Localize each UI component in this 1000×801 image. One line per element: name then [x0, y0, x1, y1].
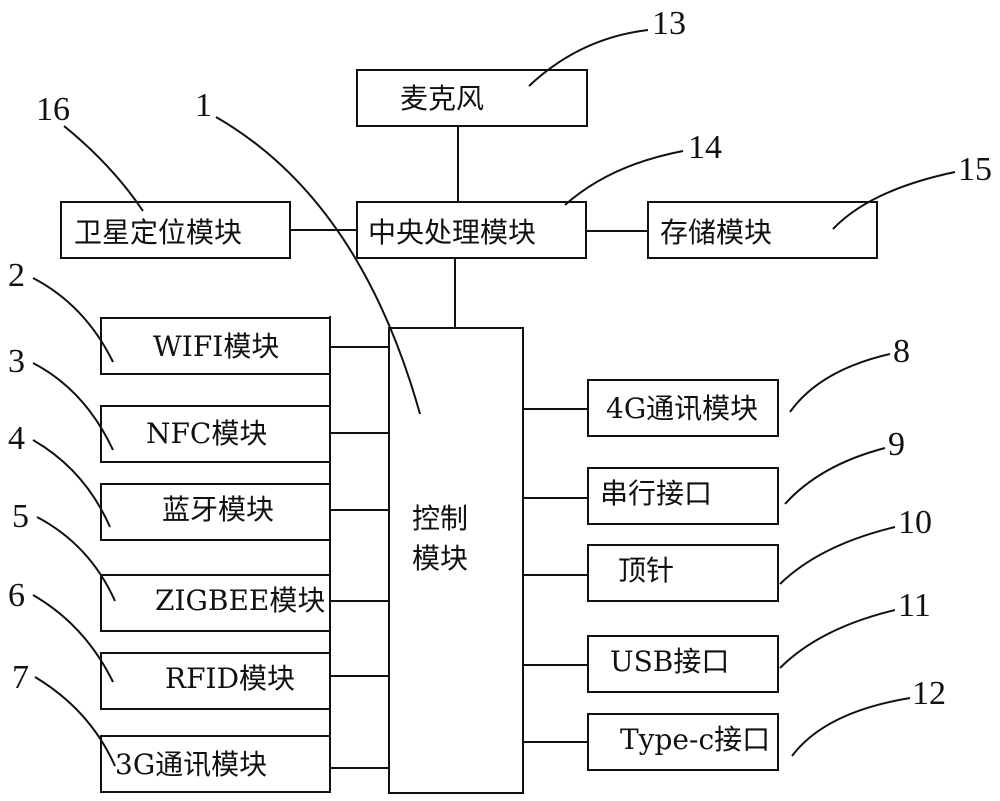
module-pin: 顶针 [587, 544, 779, 602]
module-zigbee-label: ZIGBEE模块 [155, 584, 325, 617]
ref-number-3: 3 [8, 343, 25, 380]
leader-line-4 [32, 439, 111, 528]
module-serial: 串行接口 [587, 467, 779, 525]
ref-number-16: 16 [36, 91, 70, 128]
ref-number-11: 11 [898, 587, 931, 624]
module-cpu: 中央处理模块 [356, 201, 587, 259]
module-satellite-label: 卫星定位模块 [74, 216, 242, 249]
module-satellite: 卫星定位模块 [60, 201, 291, 259]
module-control: 控制 模块 [388, 327, 524, 794]
module-serial-label: 串行接口 [600, 477, 712, 510]
leader-line-14 [564, 150, 684, 206]
module-microphone-label: 麦克风 [400, 82, 484, 115]
module-typec-label: Type-c接口 [620, 723, 770, 756]
ref-number-5: 5 [12, 498, 29, 535]
leader-line-11 [779, 609, 896, 669]
module-rfid-label: RFID模块 [165, 662, 295, 695]
module-wifi: WIFI模块 [100, 317, 331, 375]
module-control-label-line2: 模块 [412, 542, 468, 575]
module-pin-label: 顶针 [618, 554, 674, 587]
module-usb-label: USB接口 [610, 645, 729, 678]
module-storage: 存储模块 [647, 201, 878, 259]
ref-number-15: 15 [958, 151, 992, 188]
module-bluetooth: 蓝牙模块 [100, 483, 331, 541]
ref-number-4: 4 [8, 420, 25, 457]
module-4g-label: 4G通讯模块 [606, 392, 758, 425]
block-diagram: 麦克风 卫星定位模块 中央处理模块 存储模块 控制 模块 WIFI模块 NFC模… [8, 5, 992, 794]
module-typec: Type-c接口 [587, 713, 779, 771]
module-cpu-label: 中央处理模块 [368, 216, 536, 249]
module-4g: 4G通讯模块 [587, 379, 779, 437]
ref-number-9: 9 [888, 426, 905, 463]
ref-number-8: 8 [893, 333, 910, 370]
ref-number-13: 13 [652, 5, 686, 42]
module-usb: USB接口 [587, 635, 779, 693]
ref-number-14: 14 [688, 129, 722, 166]
module-control-label-line1: 控制 [412, 502, 468, 535]
module-rfid: RFID模块 [100, 652, 331, 710]
ref-number-2: 2 [8, 257, 25, 294]
module-wifi-label: WIFI模块 [153, 330, 279, 363]
leader-line-16 [63, 125, 144, 212]
module-microphone: 麦克风 [356, 69, 588, 127]
module-3g-label: 3G通讯模块 [115, 748, 267, 781]
ref-number-1: 1 [195, 87, 212, 124]
module-zigbee: ZIGBEE模块 [100, 574, 331, 632]
ref-number-7: 7 [12, 659, 29, 696]
leader-line-10 [779, 526, 896, 585]
module-storage-label: 存储模块 [660, 216, 772, 249]
leader-line-9 [784, 447, 886, 505]
ref-number-10: 10 [898, 504, 932, 541]
module-3g: 3G通讯模块 [100, 735, 331, 793]
ref-number-12: 12 [912, 675, 946, 712]
leader-line-12 [791, 697, 911, 757]
module-bluetooth-label: 蓝牙模块 [162, 493, 274, 526]
ref-number-6: 6 [8, 577, 25, 614]
module-nfc-label: NFC模块 [146, 417, 267, 450]
leader-line-8 [789, 353, 891, 413]
module-nfc: NFC模块 [100, 405, 331, 463]
